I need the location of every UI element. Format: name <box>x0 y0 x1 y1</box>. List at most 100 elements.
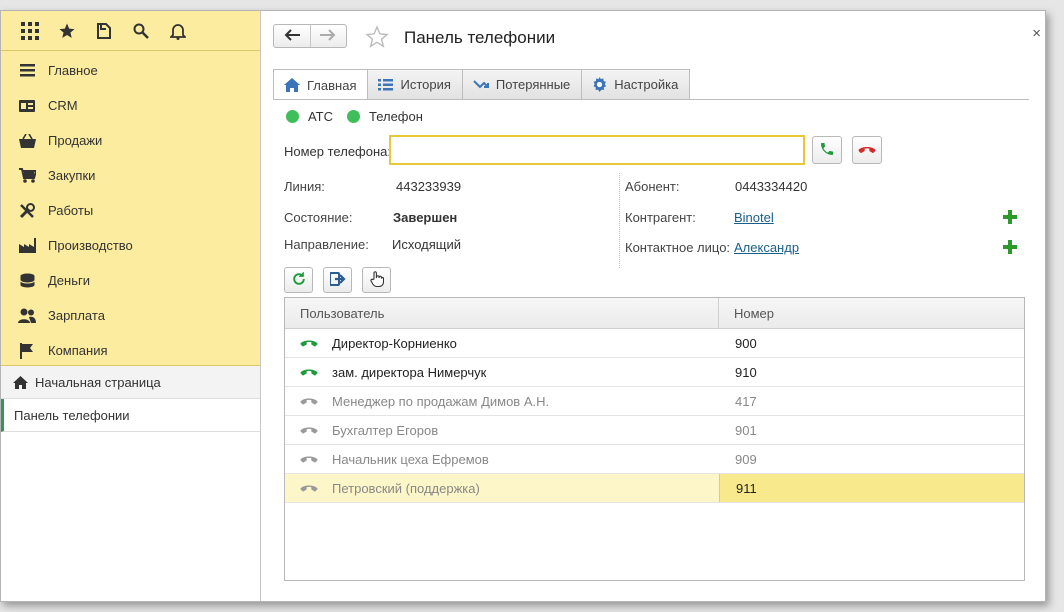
app-window: Главное CRM Продажи Закупки Работы Произ… <box>0 10 1046 602</box>
favorites-star-icon[interactable] <box>48 16 85 46</box>
menu-item-works[interactable]: Работы <box>1 193 260 228</box>
gear-icon <box>592 77 607 92</box>
tab-main[interactable]: Главная <box>273 69 369 100</box>
sidebar: Главное CRM Продажи Закупки Работы Произ… <box>1 11 261 601</box>
table-row-selected[interactable]: Петровский (поддержка) 911 <box>285 474 1024 503</box>
column-header-user[interactable]: Пользователь <box>285 298 719 328</box>
menu-item-crm[interactable]: CRM <box>1 88 260 123</box>
user-name: Менеджер по продажам Димов А.Н. <box>332 393 550 409</box>
transfer-icon <box>328 271 346 289</box>
tab-history[interactable]: История <box>367 69 463 99</box>
table-row[interactable]: Бухгалтер Егоров 901 <box>285 416 1024 445</box>
open-window-home[interactable]: Начальная страница <box>1 366 260 399</box>
details-divider <box>619 173 620 268</box>
tab-settings[interactable]: Настройка <box>581 69 691 99</box>
apps-grid-icon[interactable] <box>11 16 48 46</box>
people-icon <box>18 307 36 325</box>
refresh-button[interactable] <box>284 267 313 293</box>
phone-status-dot-icon <box>346 110 360 123</box>
phone-number-input[interactable] <box>389 135 805 165</box>
handset-inactive-icon <box>300 397 318 406</box>
pbx-status-dot-icon <box>286 110 299 123</box>
user-number: 901 <box>735 422 757 438</box>
arrow-left-icon <box>284 28 300 44</box>
phone-status-label: Телефон <box>368 109 423 124</box>
user-name: Начальник цеха Ефремов <box>332 451 489 467</box>
menu-item-salary[interactable]: Зарплата <box>1 298 260 333</box>
tab-label: Главная <box>307 77 357 93</box>
open-window-telephony[interactable]: Панель телефонии <box>1 399 260 432</box>
menu-item-label: Работы <box>48 203 94 218</box>
favorite-star-icon[interactable] <box>365 25 389 52</box>
missed-call-icon <box>473 79 489 91</box>
notifications-bell-icon[interactable] <box>159 16 196 46</box>
table-row[interactable]: зам. директора Нимерчук 910 <box>285 358 1024 387</box>
counterparty-link[interactable]: Binotel <box>734 210 774 225</box>
direction-label: Направление: <box>284 237 369 252</box>
handset-inactive-icon <box>300 426 318 435</box>
menu-item-money[interactable]: Деньги <box>1 263 260 298</box>
menu-item-purchases[interactable]: Закупки <box>1 158 260 193</box>
home-icon <box>13 375 28 389</box>
phone-number-label: Номер телефона: <box>284 144 391 159</box>
line-label: Линия: <box>284 179 325 194</box>
state-value: Завершен <box>393 210 458 225</box>
tab-bar: Главная История Потерянные Настройка <box>273 69 691 100</box>
main-panel: Панель телефонии × Главная История Потер… <box>261 11 1045 601</box>
call-button[interactable] <box>812 136 842 164</box>
history-icon[interactable] <box>85 16 122 46</box>
search-icon[interactable] <box>122 16 159 46</box>
user-number: 417 <box>735 393 757 409</box>
close-button[interactable]: × <box>1032 25 1041 42</box>
menu-item-company[interactable]: Компания <box>1 333 260 368</box>
forward-button[interactable] <box>309 25 347 47</box>
menu-item-main[interactable]: Главное <box>1 53 260 88</box>
line-value: 443233939 <box>396 179 462 194</box>
add-counterparty-plus-icon[interactable] <box>1003 210 1017 224</box>
table-row[interactable]: Начальник цеха Ефремов 909 <box>285 445 1024 474</box>
add-contact-plus-icon[interactable] <box>1003 240 1017 254</box>
tools-icon <box>18 202 36 220</box>
sections-menu: Главное CRM Продажи Закупки Работы Произ… <box>1 51 260 366</box>
user-number: 910 <box>735 364 757 380</box>
menu-item-label: Компания <box>48 343 108 358</box>
menu-item-label: CRM <box>48 98 78 113</box>
menu-item-production[interactable]: Производство <box>1 228 260 263</box>
handset-inactive-icon <box>300 455 318 464</box>
tab-label: Настройка <box>614 77 679 92</box>
tab-label: История <box>400 77 451 92</box>
nav-buttons <box>273 24 347 48</box>
menu-item-label: Закупки <box>48 168 96 183</box>
open-window-label: Панель телефонии <box>14 407 130 423</box>
user-number: 909 <box>735 451 757 467</box>
hand-pointer-icon <box>369 270 384 290</box>
home-icon <box>284 78 300 92</box>
flag-icon <box>18 342 36 360</box>
list-icon <box>18 62 36 80</box>
user-name: зам. директора Нимерчук <box>332 364 487 380</box>
users-table: Пользователь Номер Директор-Корниенко 90… <box>284 297 1025 581</box>
table-header: Пользователь Номер <box>285 298 1024 329</box>
tab-missed[interactable]: Потерянные <box>461 69 583 99</box>
counterparty-label: Контрагент: <box>625 210 696 225</box>
menu-item-sales[interactable]: Продажи <box>1 123 260 158</box>
contact-link[interactable]: Александр <box>734 240 799 255</box>
back-button[interactable] <box>274 25 310 47</box>
subscriber-label: Абонент: <box>625 179 680 194</box>
user-name: Петровский (поддержка) <box>332 480 480 496</box>
pickup-button[interactable] <box>362 267 391 293</box>
factory-icon <box>18 237 36 255</box>
crm-icon <box>18 97 36 115</box>
handset-inactive-icon <box>300 484 318 493</box>
column-header-number[interactable]: Номер <box>719 298 1024 328</box>
pbx-status-label: АТС <box>308 109 333 124</box>
hangup-button[interactable] <box>852 136 882 164</box>
table-row[interactable]: Менеджер по продажам Димов А.Н. 417 <box>285 387 1024 416</box>
open-window-label: Начальная страница <box>35 374 161 390</box>
hangup-handset-icon <box>858 143 876 158</box>
contact-label: Контактное лицо: <box>625 240 731 255</box>
table-row[interactable]: Директор-Корниенко 900 <box>285 329 1024 358</box>
menu-item-label: Производство <box>48 238 133 253</box>
transfer-button[interactable] <box>323 267 352 293</box>
user-number: 900 <box>735 335 757 351</box>
